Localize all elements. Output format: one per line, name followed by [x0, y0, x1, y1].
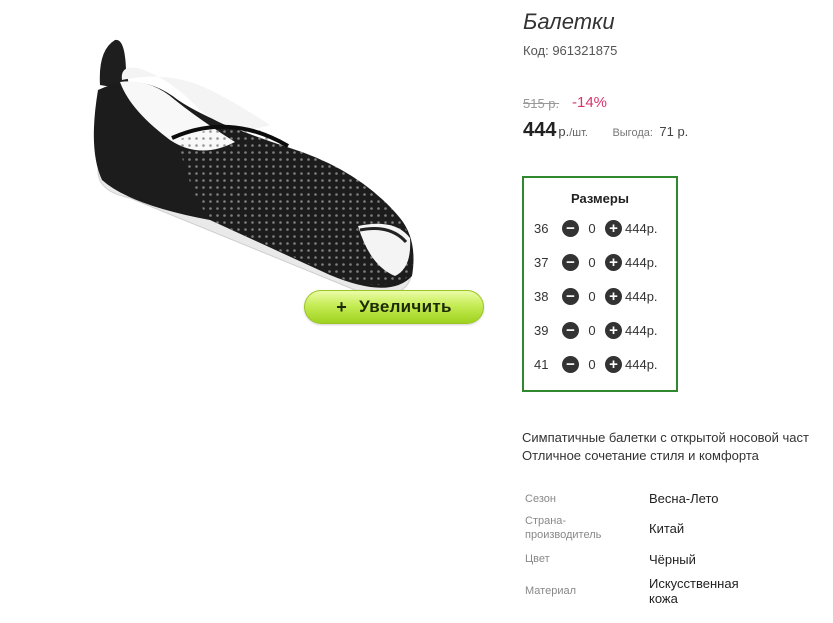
spec-value-country: Китай — [649, 521, 685, 536]
spec-label-season: Сезон — [525, 493, 556, 505]
plus-circle-icon[interactable]: + — [605, 322, 622, 339]
savings-label: Выгода: — [612, 127, 653, 139]
minus-circle-icon[interactable]: − — [562, 322, 579, 339]
price-per-unit: /шт. — [569, 127, 588, 139]
size-row: 38 − 0 + 444р. — [534, 288, 658, 305]
spec-value-season: Весна-Лето — [649, 491, 719, 506]
size-number: 36 — [534, 221, 549, 236]
zoom-button[interactable]: + Увеличить — [304, 290, 484, 324]
size-row: 39 − 0 + 444р. — [534, 322, 658, 339]
product-description: Симпатичные балетки с открытой носовой ч… — [522, 429, 809, 465]
size-number: 39 — [534, 323, 549, 338]
minus-circle-icon[interactable]: − — [562, 356, 579, 373]
plus-circle-icon[interactable]: + — [605, 220, 622, 237]
size-price: 444р. — [625, 221, 658, 236]
plus-icon: + — [336, 296, 348, 317]
minus-circle-icon[interactable]: − — [562, 288, 579, 305]
size-price: 444р. — [625, 357, 658, 372]
size-number: 38 — [534, 289, 549, 304]
plus-circle-icon[interactable]: + — [605, 288, 622, 305]
sizes-title: Размеры — [571, 191, 629, 206]
discount-badge: -14% — [572, 94, 608, 111]
size-row: 36 − 0 + 444р. — [534, 220, 658, 237]
size-row: 37 − 0 + 444р. — [534, 254, 658, 271]
size-number: 37 — [534, 255, 549, 270]
size-row: 41 − 0 + 444р. — [534, 356, 658, 373]
plus-circle-icon[interactable]: + — [605, 254, 622, 271]
description-line: Симпатичные балетки с открытой носовой ч… — [522, 430, 809, 445]
size-quantity: 0 — [588, 323, 596, 338]
savings-value: 71 р. — [659, 124, 689, 139]
sizes-panel: Размеры 36 − 0 + 444р. 37 − 0 + 444р. 38… — [522, 176, 678, 392]
plus-circle-icon[interactable]: + — [605, 356, 622, 373]
size-quantity: 0 — [588, 255, 596, 270]
size-price: 444р. — [625, 255, 658, 270]
size-price: 444р. — [625, 323, 658, 338]
spec-label-country: Страна-производитель — [525, 515, 602, 541]
product-image[interactable] — [60, 30, 440, 320]
price-currency: р. — [558, 124, 570, 139]
spec-label-material: Материал — [525, 585, 576, 597]
old-price: 515 р. — [523, 96, 560, 111]
spec-value-color: Чёрный — [649, 552, 696, 567]
size-quantity: 0 — [588, 289, 596, 304]
size-quantity: 0 — [588, 357, 596, 372]
zoom-button-label: Увеличить — [359, 297, 452, 316]
product-code: Код: 961321875 — [523, 43, 618, 58]
spec-value-material: Искусственная кожа — [649, 576, 739, 606]
description-line: Отличное сочетание стиля и комфорта — [522, 448, 759, 463]
product-title: Балетки — [523, 9, 615, 34]
size-number: 41 — [534, 357, 549, 372]
price-row: 444 р./шт. Выгода: 71 р. — [523, 119, 688, 142]
size-price: 444р. — [625, 289, 658, 304]
current-price: 444 — [523, 119, 557, 141]
size-quantity: 0 — [588, 221, 596, 236]
minus-circle-icon[interactable]: − — [562, 220, 579, 237]
minus-circle-icon[interactable]: − — [562, 254, 579, 271]
spec-label-color: Цвет — [525, 553, 550, 565]
